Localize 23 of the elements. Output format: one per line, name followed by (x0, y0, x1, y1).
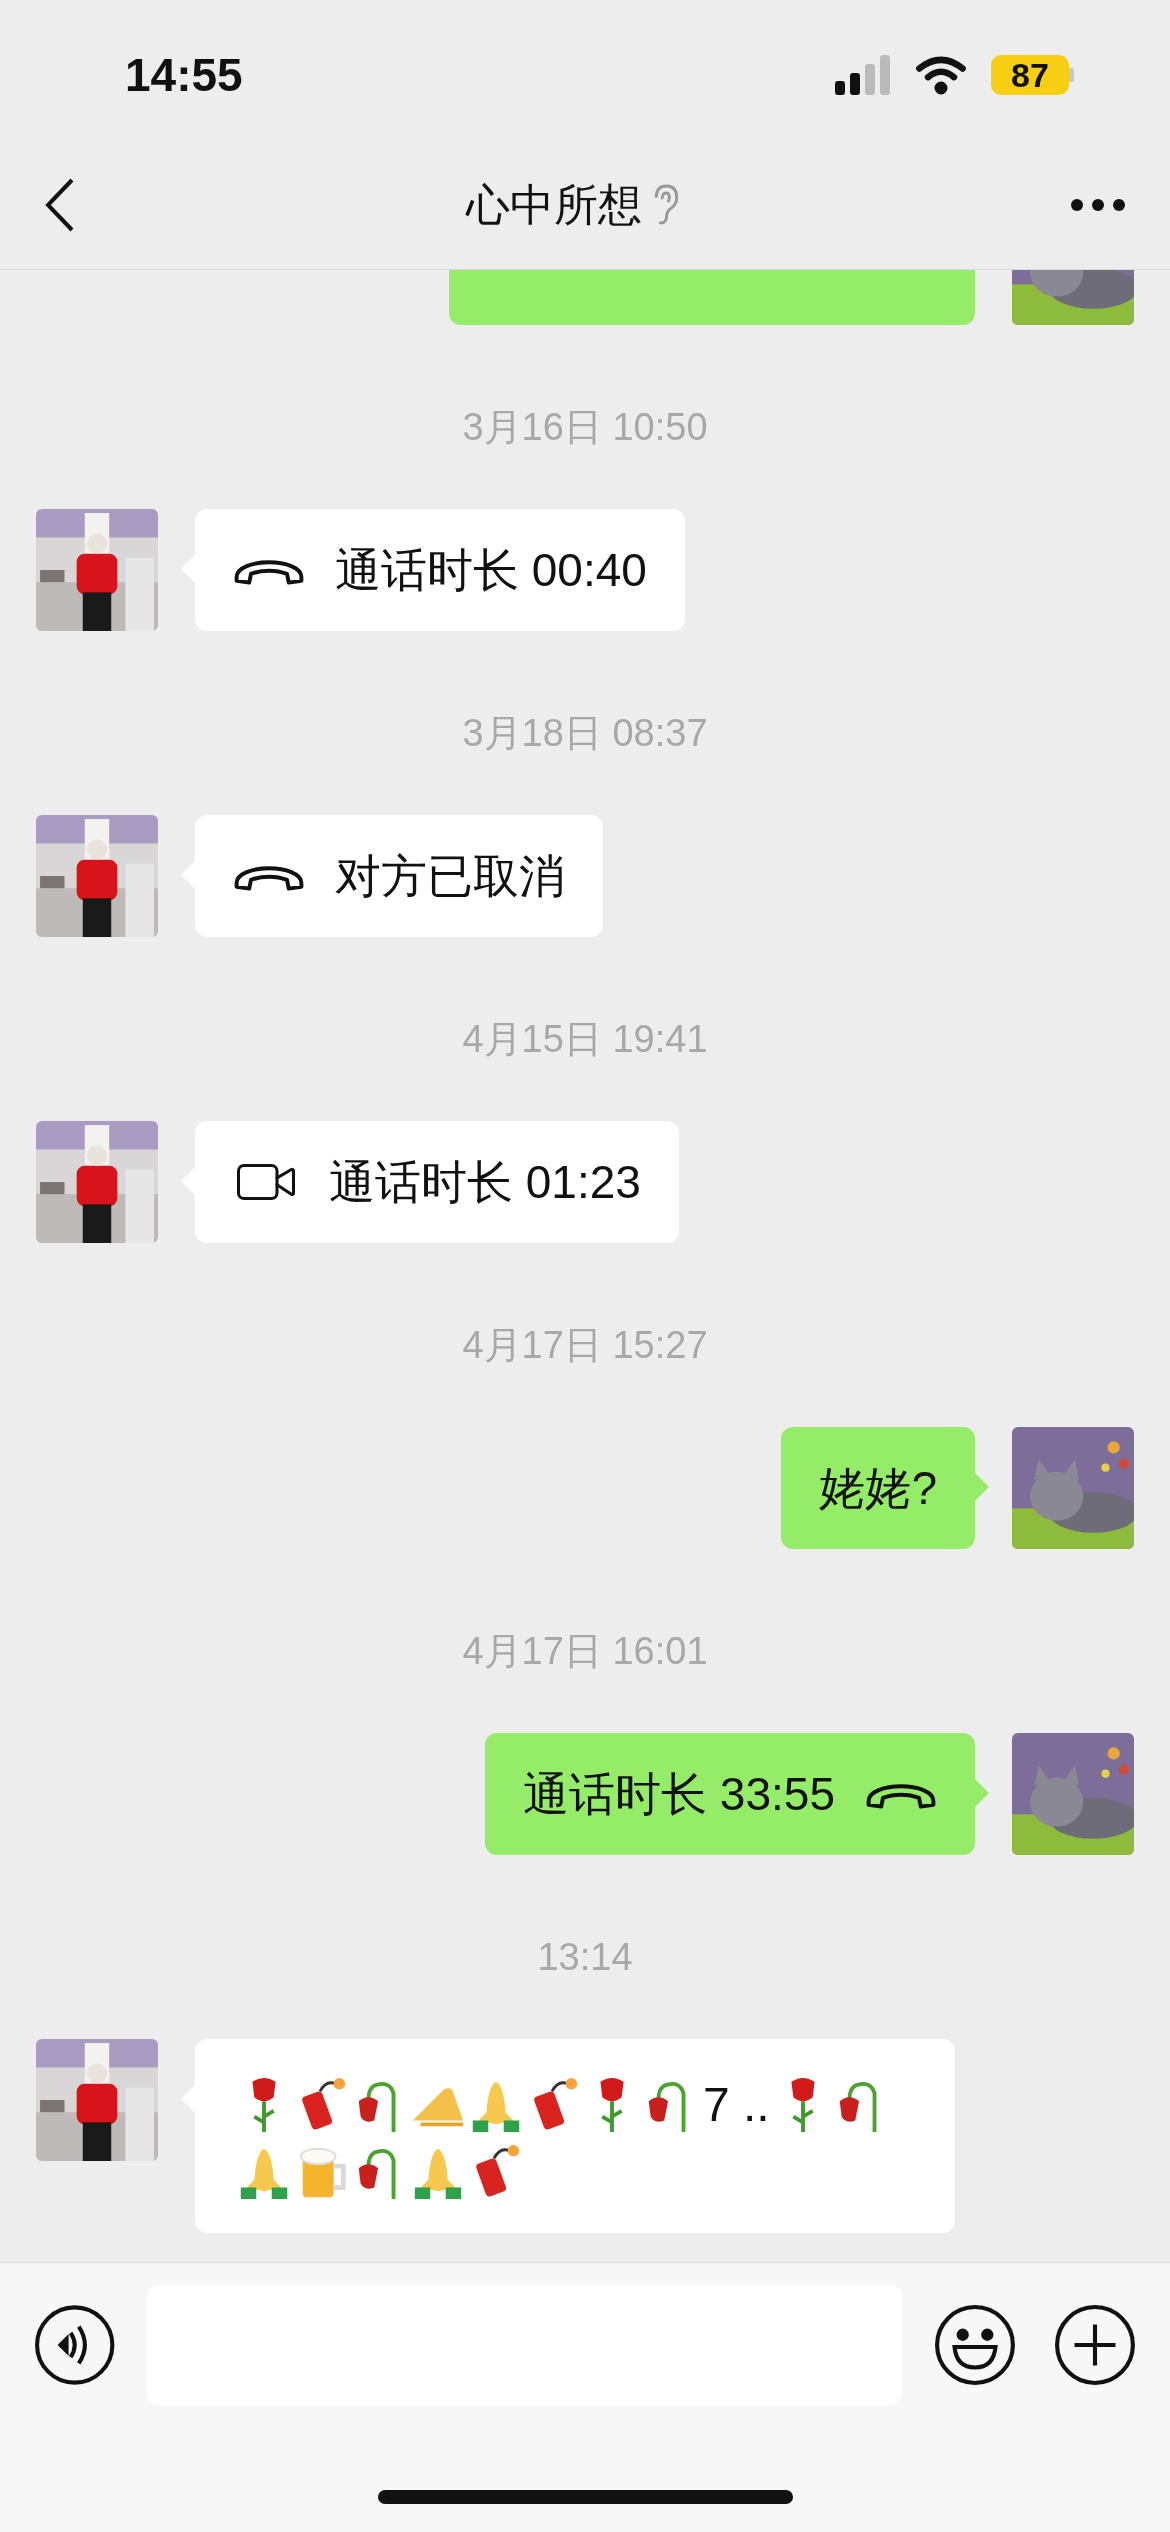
call-text: 通话时长 33:55 (523, 1766, 835, 1822)
timestamp: 13:14 (537, 1934, 633, 1980)
emoji-icon[interactable] (934, 2304, 1016, 2386)
chat-title: 心中所想 (466, 178, 642, 231)
battery-cap (1069, 68, 1074, 82)
message-text: 姥姥? (819, 1460, 937, 1516)
message-text: 7 .. (702, 2077, 771, 2133)
timestamp: 4月17日 15:27 (462, 1322, 708, 1368)
battery-level: 87 (991, 55, 1069, 95)
call-text: 通话时长 01:23 (329, 1154, 641, 1210)
back-icon[interactable] (44, 177, 76, 232)
timestamp: 4月15日 19:41 (462, 1016, 708, 1062)
status-time: 14:55 (125, 47, 243, 103)
call-text: 通话时长 00:40 (335, 542, 647, 598)
timestamp: 3月18日 08:37 (462, 710, 708, 756)
more-icon[interactable] (1070, 197, 1126, 212)
call-text: 对方已取消 (335, 848, 565, 904)
timestamp: 4月17日 16:01 (462, 1628, 708, 1674)
voice-icon[interactable] (34, 2304, 116, 2386)
signal-icon (835, 55, 891, 95)
plus-icon[interactable] (1054, 2304, 1136, 2386)
timestamp: 3月16日 10:50 (462, 404, 708, 450)
wifi-icon (915, 55, 967, 95)
